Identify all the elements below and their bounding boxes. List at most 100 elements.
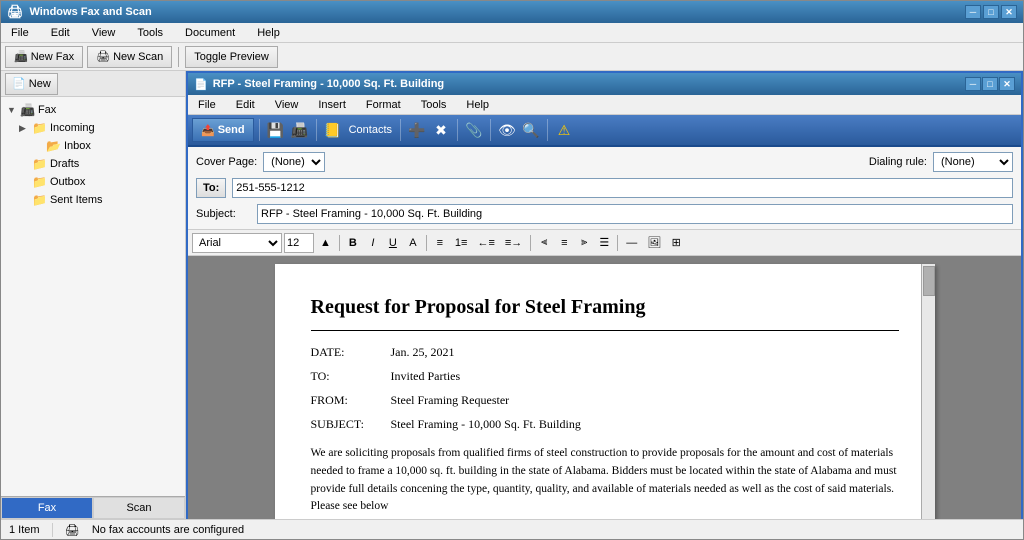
bold-button[interactable]: B: [344, 233, 362, 253]
send-sep-3: [400, 119, 401, 141]
to-input[interactable]: [232, 178, 1013, 198]
document-page: Request for Proposal for Steel Framing D…: [275, 264, 935, 519]
menu-help[interactable]: Help: [251, 25, 286, 41]
cover-page-row: Cover Page: (None) Dialing rule: (None): [196, 151, 1013, 173]
scrollbar-thumb[interactable]: [923, 266, 935, 296]
inner-menu-help[interactable]: Help: [460, 97, 495, 113]
dialing-rule-select[interactable]: (None): [933, 152, 1013, 172]
toolbar-separator: [178, 47, 179, 67]
menu-file[interactable]: File: [5, 25, 35, 41]
align-right-button[interactable]: ⫸: [575, 233, 593, 253]
titlebar-buttons: ─ □ ✕: [965, 5, 1017, 19]
send-button[interactable]: 📤 Send: [192, 118, 254, 142]
inner-menu-file[interactable]: File: [192, 97, 222, 113]
italic-button[interactable]: I: [364, 233, 382, 253]
outer-title-left: 🖨 Windows Fax and Scan: [7, 4, 152, 20]
inner-minimize-button[interactable]: ─: [965, 77, 981, 91]
document-body: We are soliciting proposals from qualifi…: [311, 445, 899, 516]
to-value: Invited Parties: [391, 367, 461, 385]
font-color-button[interactable]: A: [404, 233, 422, 253]
sidebar-item-sent[interactable]: ▶ 📁 Sent Items: [5, 191, 181, 209]
sidebar-item-fax[interactable]: ▼ 📠 Fax: [5, 101, 181, 119]
inner-window-title: RFP - Steel Framing - 10,000 Sq. Ft. Bui…: [213, 78, 444, 90]
add-toolbar-icon[interactable]: ➕: [406, 119, 428, 141]
attach-toolbar-icon[interactable]: 📎: [463, 119, 485, 141]
sidebar-item-outbox[interactable]: ▶ 📁 Outbox: [5, 173, 181, 191]
subject-input[interactable]: [257, 204, 1013, 224]
status-bar: 1 Item 🖨 No fax accounts are configured: [1, 519, 1023, 539]
drafts-expander: ▶: [19, 159, 29, 170]
minimize-button[interactable]: ─: [965, 5, 981, 19]
new-scan-button[interactable]: 🖨 New Scan: [87, 46, 172, 68]
new-fax-icon: 📠: [14, 50, 28, 63]
inner-window: 📄 RFP - Steel Framing - 10,000 Sq. Ft. B…: [186, 71, 1023, 519]
fax-status-text: No fax accounts are configured: [92, 524, 244, 536]
num-list-button[interactable]: 1≡: [451, 233, 472, 253]
indent-decrease-button[interactable]: ←≡: [473, 233, 498, 253]
justify-button[interactable]: ☰: [595, 233, 613, 253]
inner-menu-insert[interactable]: Insert: [312, 97, 352, 113]
maximize-button[interactable]: □: [983, 5, 999, 19]
inner-close-button[interactable]: ✕: [999, 77, 1015, 91]
menu-document[interactable]: Document: [179, 25, 241, 41]
preview-toolbar-icon[interactable]: 👁: [496, 119, 518, 141]
toggle-preview-label: Toggle Preview: [194, 51, 269, 63]
inner-menu-format[interactable]: Format: [360, 97, 407, 113]
fax-fields: Cover Page: (None) Dialing rule: (None): [188, 147, 1021, 230]
sidebar-new-fax-button[interactable]: 📄 New: [5, 73, 58, 95]
dialing-rule-label: Dialing rule:: [869, 156, 927, 168]
sidebar-tab-fax[interactable]: Fax: [1, 497, 93, 519]
insert-line-button[interactable]: —: [622, 233, 641, 253]
menu-edit[interactable]: Edit: [45, 25, 76, 41]
format-toolbar: Arial ▲ B I U A ≡ 1≡ ←≡ ≡→ ⫷ ≡: [188, 230, 1021, 256]
menu-view[interactable]: View: [86, 25, 122, 41]
inner-maximize-button[interactable]: □: [982, 77, 998, 91]
format-sep-1: [339, 235, 340, 251]
to-button[interactable]: To:: [196, 178, 226, 198]
insert-image-button[interactable]: 🖼: [643, 233, 665, 253]
save-toolbar-icon[interactable]: 💾: [265, 119, 287, 141]
inner-menu-view[interactable]: View: [269, 97, 305, 113]
items-count: 1 Item: [9, 524, 40, 536]
inner-title-left: 📄 RFP - Steel Framing - 10,000 Sq. Ft. B…: [194, 78, 444, 91]
inner-titlebar-buttons: ─ □ ✕: [965, 77, 1015, 91]
cover-page-label: Cover Page:: [196, 156, 257, 168]
cover-page-group: Cover Page: (None): [196, 152, 325, 172]
document-title: Request for Proposal for Steel Framing: [311, 292, 899, 322]
preview2-toolbar-icon[interactable]: 🔍: [520, 119, 542, 141]
font-size-input[interactable]: [284, 233, 314, 253]
toggle-preview-button[interactable]: Toggle Preview: [185, 46, 278, 68]
sent-label: Sent Items: [50, 194, 103, 206]
fax-toolbar-icon[interactable]: 📠: [289, 119, 311, 141]
new-fax-button[interactable]: 📠 New Fax: [5, 46, 83, 68]
sidebar-item-incoming[interactable]: ▶ 📁 Incoming: [5, 119, 181, 137]
inner-menu-tools[interactable]: Tools: [415, 97, 453, 113]
outbox-expander: ▶: [19, 177, 29, 188]
sidebar-tab-scan[interactable]: Scan: [93, 497, 185, 519]
cover-page-select[interactable]: (None): [263, 152, 325, 172]
font-select[interactable]: Arial: [192, 233, 282, 253]
delete-toolbar-icon[interactable]: ✖: [430, 119, 452, 141]
outer-window-icon: 🖨: [7, 4, 24, 20]
send-sep-1: [259, 119, 260, 141]
menu-tools[interactable]: Tools: [131, 25, 169, 41]
font-increase-btn[interactable]: ▲: [316, 233, 335, 253]
inner-menu-edit[interactable]: Edit: [230, 97, 261, 113]
insert-table-button[interactable]: ⊞: [667, 233, 685, 253]
scrollbar-right[interactable]: [921, 264, 935, 519]
warning-toolbar-icon[interactable]: ⚠: [553, 119, 575, 141]
underline-button[interactable]: U: [384, 233, 402, 253]
indent-increase-button[interactable]: ≡→: [501, 233, 526, 253]
sidebar-item-inbox[interactable]: ▶ 📂 Inbox: [5, 137, 181, 155]
close-button[interactable]: ✕: [1001, 5, 1017, 19]
subject-doc-label: SUBJECT:: [311, 415, 391, 433]
send-sep-4: [457, 119, 458, 141]
align-center-button[interactable]: ≡: [555, 233, 573, 253]
contacts-toolbar-icon[interactable]: 📒: [322, 119, 344, 141]
fax-expander: ▼: [7, 105, 17, 115]
sidebar-item-drafts[interactable]: ▶ 📁 Drafts: [5, 155, 181, 173]
bullet-list-button[interactable]: ≡: [431, 233, 449, 253]
align-left-button[interactable]: ⫷: [535, 233, 553, 253]
document-area[interactable]: Request for Proposal for Steel Framing D…: [188, 256, 1021, 519]
date-label: DATE:: [311, 343, 391, 361]
